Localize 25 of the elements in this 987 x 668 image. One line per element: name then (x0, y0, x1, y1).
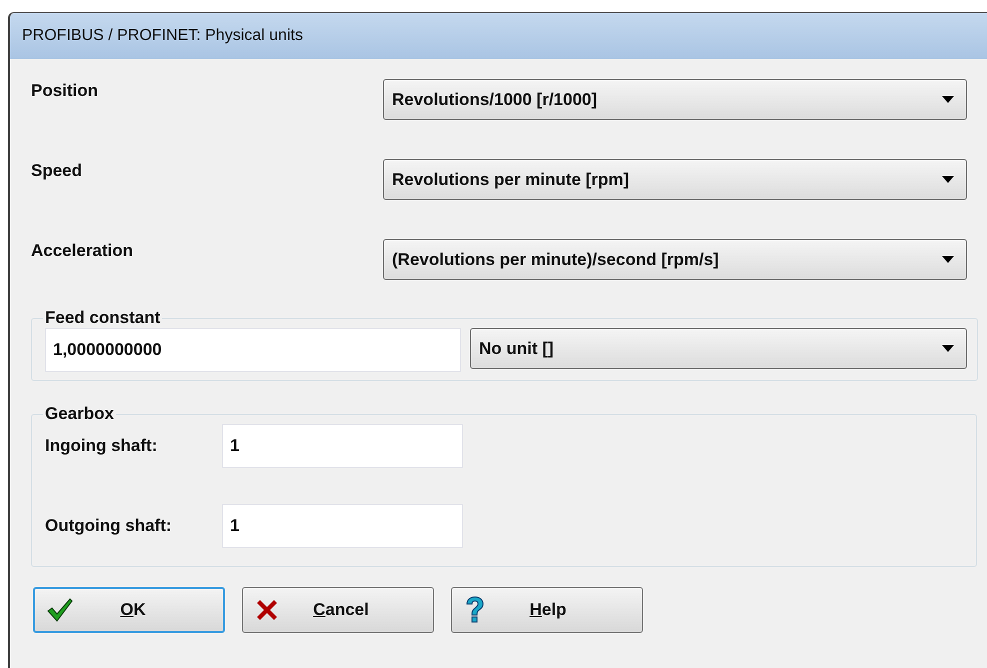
window-title: PROFIBUS / PROFINET: Physical units (22, 27, 303, 45)
question-icon (464, 596, 484, 624)
help-button[interactable]: Help (451, 587, 643, 633)
field-label: Position (31, 81, 100, 101)
cancel-button[interactable]: Cancel (242, 587, 434, 633)
caret-icon (942, 96, 954, 103)
ok-button[interactable]: OK (33, 587, 225, 633)
cross-icon (255, 598, 279, 622)
field-label: Acceleration (31, 241, 134, 261)
caret-icon (942, 256, 954, 263)
caret-icon (942, 345, 954, 352)
caret-icon (942, 176, 954, 183)
group-title: Gearbox (44, 404, 115, 424)
unit-dropdown[interactable]: (Revolutions per minute)/second [rpm/s] (383, 239, 967, 280)
checkmark-icon (47, 598, 73, 622)
unit-dropdown[interactable]: Revolutions/1000 [r/1000] (383, 79, 967, 120)
input-field[interactable]: 1,0000000000 (45, 328, 461, 372)
group-title: Feed constant (44, 308, 162, 328)
field-label: Outgoing shaft: (45, 516, 173, 536)
input-field[interactable]: 1 (222, 424, 463, 468)
input-field[interactable]: 1 (222, 504, 463, 548)
unit-dropdown[interactable]: No unit [] (470, 328, 967, 369)
unit-dropdown[interactable]: Revolutions per minute [rpm] (383, 159, 967, 200)
field-label: Ingoing shaft: (45, 436, 158, 456)
field-label: Speed (31, 161, 84, 181)
